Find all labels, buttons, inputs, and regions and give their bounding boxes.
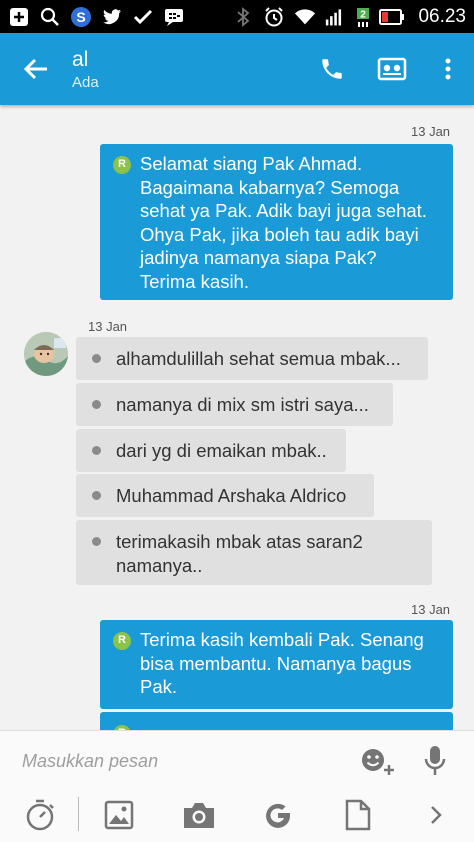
camera-button[interactable] [178, 795, 220, 835]
message-text: terimakasih mbak atas saran2 namanya.. [116, 531, 363, 576]
incoming-message[interactable]: alhamdulillah sehat semua mbak... [76, 337, 428, 380]
arrow-left-icon [23, 58, 47, 80]
emoji-button[interactable] [358, 743, 398, 779]
google-search-button[interactable] [258, 795, 298, 835]
twitter-icon [101, 6, 123, 28]
more-options-button[interactable] [420, 795, 452, 835]
sms-badge: R [113, 632, 131, 650]
outgoing-message[interactable]: R Terima kasih kembali Pak. Senang bisa … [100, 620, 453, 709]
avatar[interactable] [24, 332, 68, 376]
contact-card-icon [377, 57, 407, 81]
message-text: Selamat siang Pak Ahmad. Bagaimana kabar… [140, 153, 427, 292]
google-icon [266, 803, 291, 828]
contact-status: Ada [72, 74, 99, 91]
contact-name: al [72, 48, 89, 71]
voice-input-button[interactable] [418, 741, 452, 781]
app-bar: al Ada [0, 33, 474, 105]
message-text: namanya di mix sm istri saya... [116, 394, 369, 415]
message-input[interactable] [10, 741, 350, 781]
toolbar-divider [78, 797, 79, 831]
status-bar: S 2 06.23 [0, 0, 474, 33]
overflow-menu-icon [445, 58, 451, 80]
overflow-menu-button[interactable] [422, 33, 474, 105]
bullet-icon [92, 354, 101, 363]
contact-card-button[interactable] [362, 33, 422, 105]
timer-icon [26, 799, 54, 831]
outgoing-message[interactable]: R Selamat siang Pak Ahmad. Bagaimana kab… [100, 144, 453, 300]
status-time: 06.23 [418, 5, 466, 27]
bbm-icon [163, 6, 185, 28]
chevron-right-icon [431, 806, 442, 824]
alarm-icon [263, 6, 285, 28]
message-date: 13 Jan [411, 124, 451, 139]
back-button[interactable] [0, 33, 72, 105]
bullet-icon [92, 446, 101, 455]
message-text: alhamdulillah sehat semua mbak... [116, 348, 401, 369]
image-icon [104, 800, 134, 830]
bullet-icon [92, 491, 101, 500]
attach-image-button[interactable] [99, 795, 139, 835]
sms-badge: R [113, 156, 131, 174]
contact-header[interactable]: al Ada [72, 45, 302, 93]
incoming-message[interactable]: dari yg di emaikan mbak.. [76, 429, 346, 472]
sim-icon: 2 [356, 6, 370, 28]
message-date: 13 Jan [88, 319, 128, 334]
call-icon [322, 59, 342, 79]
camera-icon [184, 803, 214, 828]
outgoing-message-partial[interactable]: R [100, 712, 453, 730]
battery-icon [379, 6, 405, 28]
s-app-icon: S [70, 6, 92, 28]
composer [0, 730, 474, 842]
plus-box-icon [8, 6, 30, 28]
schedule-button[interactable] [20, 795, 60, 835]
message-text: Muhammad Arshaka Aldrico [116, 485, 347, 506]
attach-document-button[interactable] [338, 795, 378, 835]
wifi-icon [294, 6, 316, 28]
incoming-message[interactable]: Muhammad Arshaka Aldrico [76, 474, 374, 517]
message-text: dari yg di emaikan mbak.. [116, 440, 327, 461]
svg-text:2: 2 [361, 9, 367, 20]
incoming-message[interactable]: namanya di mix sm istri saya... [76, 383, 393, 426]
search-icon [39, 6, 61, 28]
bullet-icon [92, 400, 101, 409]
message-date: 13 Jan [411, 602, 451, 617]
message-text: Terima kasih kembali Pak. Senang bisa me… [140, 629, 424, 697]
svg-text:S: S [76, 9, 85, 25]
conversation[interactable]: 13 Jan R Selamat siang Pak Ahmad. Bagaim… [0, 105, 474, 730]
check-icon [132, 6, 154, 28]
bluetooth-icon [232, 6, 254, 28]
signal-icon [325, 6, 347, 28]
emoji-add-icon [362, 749, 394, 775]
document-icon [345, 799, 371, 831]
bullet-icon [92, 537, 101, 546]
mic-icon [424, 746, 446, 775]
call-button[interactable] [302, 33, 362, 105]
incoming-message[interactable]: terimakasih mbak atas saran2 namanya.. [76, 520, 432, 585]
